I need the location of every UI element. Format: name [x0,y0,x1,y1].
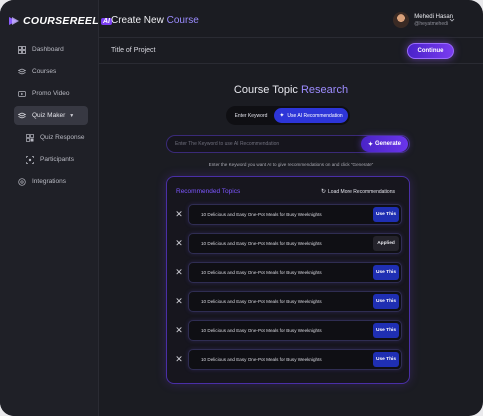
toggle-use-ai-label: Use AI Recommendation [287,112,343,119]
mode-toggle: Enter Keyword ✦ Use AI Recommendation [226,106,350,125]
topic-text: 10 Delicious and Easy One-Pot Meals for … [201,270,322,275]
logo-icon [9,17,19,25]
use-this-button[interactable]: Use This [373,265,399,280]
sidebar-item-quiz-maker[interactable]: Quiz Maker ▼ [14,106,88,125]
sidebar-item-label: Promo Video [32,90,70,97]
topic-row: ✕ 10 Delicious and Easy One-Pot Meals fo… [167,349,411,370]
sidebar-item-promo-video[interactable]: Promo Video [14,84,94,103]
topic-text: 10 Delicious and Easy One-Pot Meals for … [201,299,322,304]
chevron-down-icon[interactable] [449,17,455,23]
generate-label: Generate [375,141,402,147]
topic-card: 10 Delicious and Easy One-Pot Meals for … [188,349,402,370]
sidebar-nav: Dashboard Courses Promo Video Quiz Maker [14,40,94,194]
topic-card: 10 Delicious and Easy One-Pot Meals for … [188,320,402,341]
avatar [393,12,410,28]
sidebar-item-participants[interactable]: Participants [14,150,94,169]
topic-row: ✕ 10 Delicious and Easy One-Pot Meals fo… [167,204,411,225]
video-icon [18,90,26,98]
page-title-prefix: Create New [111,15,164,26]
toggle-use-ai[interactable]: ✦ Use AI Recommendation [274,108,348,123]
stack-icon [18,68,26,76]
load-more-label: Load More Recommendations [328,188,395,195]
sidebar-item-label: Quiz Maker [32,112,66,119]
section-title-accent: Research [300,84,349,96]
topic-row: ✕ 10 Delicious and Easy One-Pot Meals fo… [167,320,411,341]
topic-row: ✕ 10 Delicious and Easy One-Pot Meals fo… [167,233,411,254]
topic-card: 10 Delicious and Easy One-Pot Meals for … [188,204,402,225]
sidebar-item-label: Courses [32,68,57,75]
caret-down-icon: ▼ [69,112,75,119]
toggle-enter-keyword[interactable]: Enter Keyword [228,108,274,123]
topic-text: 10 Delicious and Easy One-Pot Meals for … [201,212,322,217]
user-name: Mehedi Hasan [414,13,453,20]
keyword-search: ✦ Generate [166,135,410,153]
close-icon[interactable]: ✕ [175,209,183,219]
grid-icon [18,45,26,54]
recommended-topics-panel: Recommended Topics ↻ Load More Recommend… [166,176,410,384]
section-title-prefix: Course Topic [233,84,298,96]
participants-icon [26,155,34,164]
close-icon[interactable]: ✕ [175,354,183,364]
top-bar: Create New Course Mehedi Hasan @heyatmeh… [99,0,483,38]
user-info: Mehedi Hasan @heyatmehedi [414,13,453,28]
sidebar: COURSEREEL AI Dashboard Courses Promo Vi… [0,0,112,416]
close-icon[interactable]: ✕ [175,238,183,248]
topic-card: 10 Delicious and Easy One-Pot Meals for … [188,262,402,283]
app-window: COURSEREEL AI Dashboard Courses Promo Vi… [0,0,483,416]
sparkle-icon: ✦ [279,113,285,119]
use-this-button[interactable]: Use This [373,352,399,367]
applied-button[interactable]: Applied [373,236,399,251]
user-menu[interactable]: Mehedi Hasan @heyatmehedi [393,12,453,28]
brand-name: COURSEREEL [23,15,99,27]
close-icon[interactable]: ✕ [175,325,183,335]
integrations-icon [18,177,26,186]
response-icon [26,133,34,142]
sidebar-item-integrations[interactable]: Integrations [14,172,94,191]
brand-logo[interactable]: COURSEREEL AI [8,14,112,28]
generate-button[interactable]: ✦ Generate [361,136,408,152]
load-more-button[interactable]: ↻ Load More Recommendations [320,188,395,196]
topic-card: 10 Delicious and Easy One-Pot Meals for … [188,291,402,312]
sidebar-item-label: Dashboard [32,46,64,53]
topic-text: 10 Delicious and Easy One-Pot Meals for … [201,357,322,362]
topic-row: ✕ 10 Delicious and Easy One-Pot Meals fo… [167,291,411,312]
sidebar-item-label: Participants [40,156,74,163]
project-title: Title of Project [111,47,156,54]
sidebar-item-dashboard[interactable]: Dashboard [14,40,94,59]
close-icon[interactable]: ✕ [175,296,183,306]
topic-card: 10 Delicious and Easy One-Pot Meals for … [188,233,402,254]
topic-text: 10 Delicious and Easy One-Pot Meals for … [201,328,322,333]
sidebar-item-quiz-response[interactable]: Quiz Response [14,128,94,147]
section-title: Course Topic Research [99,84,483,96]
page-title-accent: Course [166,15,199,26]
page-title: Create New Course [111,15,199,26]
keyword-input[interactable] [175,136,355,152]
close-icon[interactable]: ✕ [175,267,183,277]
panel-title: Recommended Topics [176,188,241,195]
topic-row: ✕ 10 Delicious and Easy One-Pot Meals fo… [167,262,411,283]
project-bar: Title of Project Continue [99,38,483,64]
sidebar-item-label: Quiz Response [40,134,85,141]
use-this-button[interactable]: Use This [373,323,399,338]
topic-text: 10 Delicious and Easy One-Pot Meals for … [201,241,322,246]
keyword-hint: Enter the Keyword you want AI to give re… [208,162,374,167]
use-this-button[interactable]: Use This [373,207,399,222]
sparkle-icon: ✦ [367,141,373,148]
sidebar-item-label: Integrations [32,178,66,185]
user-handle: @heyatmehedi [414,20,449,27]
sidebar-item-courses[interactable]: Courses [14,62,94,81]
refresh-icon: ↻ [320,189,327,195]
quiz-icon [18,112,26,120]
continue-button[interactable]: Continue [407,43,454,59]
use-this-button[interactable]: Use This [373,294,399,309]
